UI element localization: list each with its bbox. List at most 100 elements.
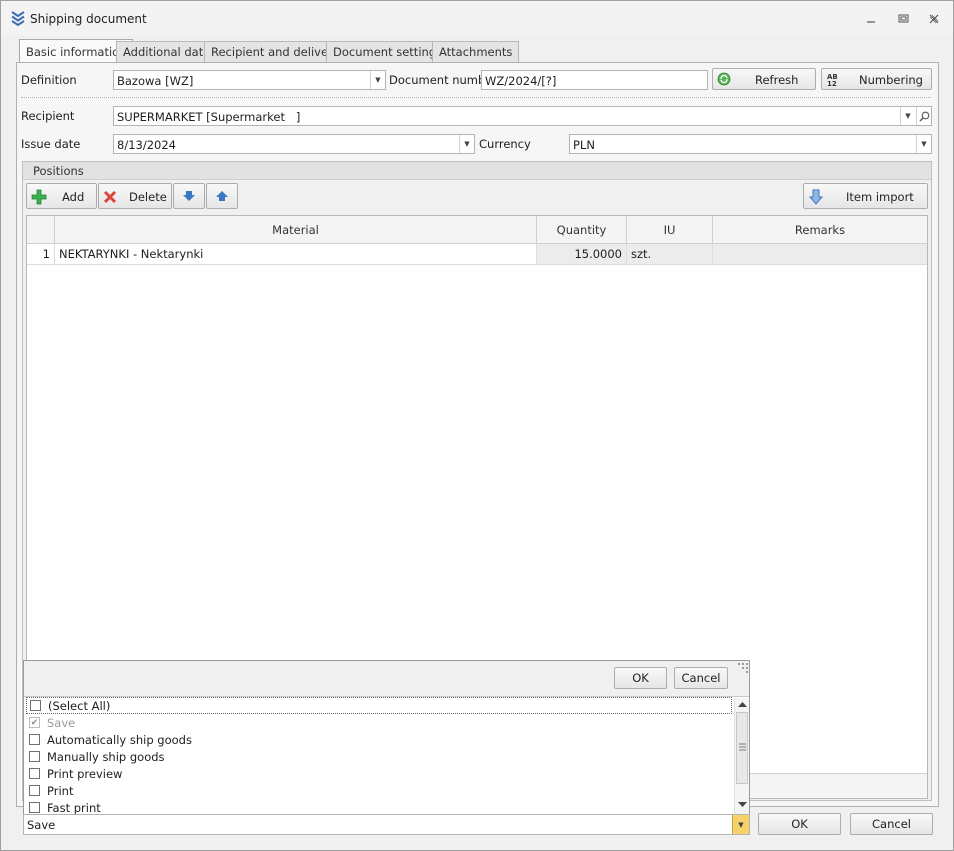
checkbox[interactable] xyxy=(29,785,40,796)
refresh-icon xyxy=(717,72,731,86)
plus-icon xyxy=(31,189,47,205)
checkbox[interactable] xyxy=(29,802,40,813)
refresh-button[interactable]: Refresh xyxy=(712,68,816,90)
item-import-button[interactable]: Item import xyxy=(803,183,928,209)
svg-text:12: 12 xyxy=(827,80,837,87)
chevron-down-icon[interactable]: ▼ xyxy=(370,71,385,89)
recipient-field[interactable]: SUPERMARKET [Supermarket ] ▼ xyxy=(113,106,932,126)
definition-dropdown[interactable]: Bazowa [WZ] ▼ xyxy=(113,70,386,90)
option-select-all[interactable]: (Select All) xyxy=(26,697,732,714)
definition-value: Bazowa [WZ] xyxy=(117,74,194,88)
minimize-icon[interactable] xyxy=(863,11,879,27)
row-number-header xyxy=(27,216,55,244)
document-number-field[interactable]: WZ/2024/[?] xyxy=(481,70,708,90)
filter-popup: OK Cancel (Select All) ✔ Save Automatica… xyxy=(23,660,750,815)
checkbox[interactable] xyxy=(29,734,40,745)
move-down-button[interactable] xyxy=(173,183,205,209)
close-icon[interactable] xyxy=(926,11,942,27)
option-label: Save xyxy=(47,715,76,730)
item-import-label: Item import xyxy=(846,190,914,204)
option-label: Automatically ship goods xyxy=(47,732,192,747)
currency-value: PLN xyxy=(573,138,595,152)
checkbox-checked[interactable]: ✔ xyxy=(29,717,40,728)
popup-button-bar: OK Cancel xyxy=(24,661,749,697)
chevron-down-icon[interactable]: ▼ xyxy=(459,135,474,153)
chevron-down-icon[interactable]: ▼ xyxy=(916,135,931,153)
recipient-value: SUPERMARKET [Supermarket ] xyxy=(117,110,301,124)
tab-attachments[interactable]: Attachments xyxy=(432,41,520,62)
tab-document-settings[interactable]: Document settings xyxy=(326,41,450,62)
positions-header: Positions xyxy=(23,162,931,180)
popup-cancel-button[interactable]: Cancel xyxy=(674,667,728,689)
delete-label: Delete xyxy=(129,190,167,204)
search-icon[interactable] xyxy=(916,107,931,125)
popup-ok-label: OK xyxy=(632,671,649,685)
cancel-label: Cancel xyxy=(872,817,911,831)
restore-icon[interactable] xyxy=(895,11,911,27)
cancel-button[interactable]: Cancel xyxy=(850,813,933,835)
popup-scrollbar[interactable] xyxy=(734,698,749,814)
option-manually-ship-goods[interactable]: Manually ship goods xyxy=(26,748,165,765)
add-button[interactable]: Add xyxy=(26,183,97,209)
arrow-up-icon xyxy=(216,191,228,201)
checkbox[interactable] xyxy=(30,700,41,711)
currency-label: Currency xyxy=(479,137,531,151)
tab-label: Additional data xyxy=(123,45,211,59)
app-chevrons-icon xyxy=(11,11,25,26)
positions-title: Positions xyxy=(33,164,84,178)
popup-ok-button[interactable]: OK xyxy=(614,667,667,689)
move-up-button[interactable] xyxy=(206,183,238,209)
row-number: 1 xyxy=(27,244,55,265)
currency-dropdown[interactable]: PLN ▼ xyxy=(569,134,932,154)
popup-cancel-label: Cancel xyxy=(681,671,721,685)
column-header-iu[interactable]: IU xyxy=(627,216,713,244)
cell-iu[interactable]: szt. xyxy=(627,244,713,265)
grip-icon xyxy=(739,743,746,751)
option-print[interactable]: Print xyxy=(26,782,73,799)
column-header-material[interactable]: Material xyxy=(55,216,537,244)
window-title: Shipping document xyxy=(30,12,147,26)
chevron-down-icon[interactable]: ▼ xyxy=(900,107,915,125)
ok-button[interactable]: OK xyxy=(758,813,841,835)
column-header-remarks[interactable]: Remarks xyxy=(713,216,927,244)
scroll-down-icon[interactable] xyxy=(738,802,747,808)
option-save[interactable]: ✔ Save xyxy=(26,714,75,731)
tab-label: Attachments xyxy=(439,45,513,59)
cell-remarks[interactable] xyxy=(713,244,927,265)
scroll-up-icon[interactable] xyxy=(738,701,747,707)
delete-x-icon xyxy=(103,190,117,204)
column-header-quantity[interactable]: Quantity xyxy=(537,216,627,244)
chevron-down-icon[interactable]: ▼ xyxy=(732,815,749,834)
separator xyxy=(21,97,931,98)
ok-label: OK xyxy=(791,817,808,831)
tab-additional-data[interactable]: Additional data xyxy=(116,41,218,62)
numbering-button[interactable]: AB 12 Numbering xyxy=(821,68,932,90)
shipping-document-window: Shipping document Basic information Addi… xyxy=(0,0,954,851)
checkbox[interactable] xyxy=(29,768,40,779)
option-label: Fast print xyxy=(47,800,101,815)
arrow-down-icon xyxy=(183,191,195,201)
title-bar: Shipping document xyxy=(1,1,953,35)
import-arrow-icon xyxy=(809,189,823,205)
checkbox[interactable] xyxy=(29,751,40,762)
delete-button[interactable]: Delete xyxy=(98,183,172,209)
cell-material[interactable]: NEKTARYNKI - Nektarynki xyxy=(55,244,537,265)
issue-date-label: Issue date xyxy=(21,137,81,151)
option-label: (Select All) xyxy=(48,698,111,713)
option-label: Manually ship goods xyxy=(47,749,165,764)
cell-quantity[interactable]: 15.0000 xyxy=(537,244,627,265)
resize-grip-icon[interactable] xyxy=(737,662,748,673)
scroll-thumb[interactable] xyxy=(736,712,748,784)
option-print-preview[interactable]: Print preview xyxy=(26,765,122,782)
action-combo[interactable]: Save ▼ xyxy=(23,814,750,835)
issue-date-field[interactable]: 8/13/2024 ▼ xyxy=(113,134,475,154)
document-number-value: WZ/2024/[?] xyxy=(485,74,557,88)
option-label: Print preview xyxy=(47,766,123,781)
tab-label: Basic information xyxy=(26,45,127,59)
action-combo-value: Save xyxy=(27,818,56,832)
option-automatically-ship-goods[interactable]: Automatically ship goods xyxy=(26,731,192,748)
tab-label: Document settings xyxy=(333,45,443,59)
tab-label: Recipient and delivery xyxy=(211,45,340,59)
option-label: Print xyxy=(47,783,74,798)
numbering-icon: AB 12 xyxy=(827,73,838,87)
